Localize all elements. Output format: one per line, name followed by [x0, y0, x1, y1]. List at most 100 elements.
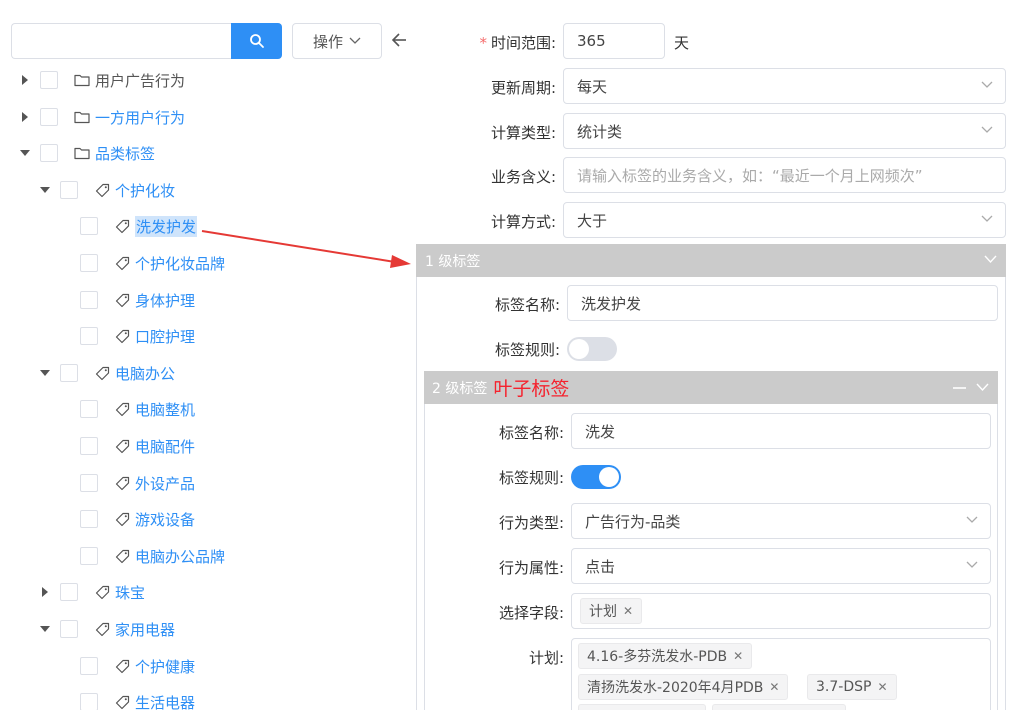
- level1-tag-rule-switch[interactable]: [567, 337, 617, 361]
- close-icon[interactable]: ✕: [877, 680, 887, 694]
- tree-checkbox[interactable]: [80, 547, 98, 565]
- minus-icon[interactable]: [953, 387, 966, 389]
- tree-node[interactable]: 一方用户行为: [20, 105, 185, 129]
- tree-checkbox[interactable]: [80, 254, 98, 272]
- behavior-attr-select[interactable]: 点击: [571, 548, 991, 584]
- tree-node[interactable]: 个护化妆: [40, 178, 175, 202]
- caret-right-icon[interactable]: [20, 112, 30, 122]
- close-icon[interactable]: ✕: [623, 604, 633, 618]
- tree-checkbox[interactable]: [40, 108, 58, 126]
- folder-icon: [74, 72, 90, 88]
- tree-node-label: 生活电器: [135, 693, 196, 710]
- level1-tag-name-input[interactable]: 洗发护发: [567, 285, 998, 321]
- tree-node[interactable]: 电脑办公品牌: [60, 544, 225, 568]
- caret-placeholder: [60, 404, 70, 414]
- tree-node-label: 外设产品: [135, 474, 196, 493]
- tree-node[interactable]: 家用电器: [40, 617, 175, 641]
- level2-tag-rule-switch[interactable]: [571, 465, 621, 489]
- tree-checkbox[interactable]: [80, 217, 98, 235]
- tree-node[interactable]: 个护健康: [60, 654, 195, 678]
- tag-icon: [94, 584, 110, 600]
- tag-icon: [114, 255, 130, 271]
- tag-icon: [114, 658, 130, 674]
- update-cycle-select[interactable]: 每天: [563, 68, 1006, 104]
- tree-checkbox[interactable]: [80, 693, 98, 710]
- operate-dropdown-button[interactable]: 操作: [292, 23, 382, 59]
- tree-checkbox[interactable]: [80, 291, 98, 309]
- chevron-down-icon: [349, 37, 361, 44]
- caret-right-icon[interactable]: [40, 587, 50, 597]
- search-input[interactable]: [11, 23, 231, 59]
- tag-icon: [114, 292, 130, 308]
- level1-panel-header[interactable]: 1 级标签: [416, 244, 1006, 277]
- caret-down-icon[interactable]: [20, 148, 30, 158]
- tree-node-label: 一方用户行为: [95, 108, 186, 127]
- field-select-label: 选择字段:: [498, 604, 564, 622]
- tree-checkbox[interactable]: [80, 510, 98, 528]
- behavior-type-select[interactable]: 广告行为-品类: [571, 503, 991, 539]
- caret-down-icon[interactable]: [40, 185, 50, 195]
- close-icon[interactable]: ✕: [733, 649, 743, 663]
- level2-tag-name-input[interactable]: 洗发: [571, 413, 991, 449]
- plan-tag: 4.16-多芬洗发水-PDB ✕: [578, 643, 753, 669]
- caret-down-icon[interactable]: [40, 368, 50, 378]
- tree-node-label: 珠宝: [115, 583, 146, 602]
- tree-node[interactable]: 品类标签: [20, 141, 155, 165]
- tree-node[interactable]: 电脑办公: [40, 361, 175, 385]
- tree-checkbox[interactable]: [60, 364, 78, 382]
- caret-placeholder: [60, 221, 70, 231]
- tree-node[interactable]: 珠宝: [40, 580, 145, 604]
- tree-checkbox[interactable]: [60, 181, 78, 199]
- tree-checkbox[interactable]: [80, 474, 98, 492]
- tree-checkbox[interactable]: [80, 400, 98, 418]
- close-icon[interactable]: ✕: [769, 680, 779, 694]
- behavior-type-label: 行为类型:: [498, 514, 564, 532]
- caret-placeholder: [60, 551, 70, 561]
- level2-panel-header[interactable]: 2 级标签 叶子标签: [424, 371, 998, 404]
- time-range-input[interactable]: 365: [563, 23, 665, 59]
- time-range-unit: 天: [674, 34, 690, 52]
- tree-checkbox[interactable]: [80, 437, 98, 455]
- tree-node-label: 游戏设备: [135, 510, 196, 529]
- tree-checkbox[interactable]: [80, 657, 98, 675]
- caret-placeholder: [60, 258, 70, 268]
- back-button[interactable]: [388, 28, 410, 52]
- caret-placeholder: [60, 441, 70, 451]
- tree-node[interactable]: 个护化妆品牌: [60, 251, 225, 275]
- calc-method-select[interactable]: 大于: [563, 202, 1006, 238]
- tree-node-label: 家用电器: [115, 620, 176, 639]
- tree-node[interactable]: 游戏设备: [60, 507, 195, 531]
- tag-icon: [114, 511, 130, 527]
- tree-node-label: 电脑办公品牌: [135, 547, 226, 566]
- chevron-down-icon[interactable]: [976, 383, 989, 392]
- tag-icon: [114, 548, 130, 564]
- tree-node[interactable]: 洗发护发: [60, 214, 198, 238]
- caret-down-icon[interactable]: [40, 624, 50, 634]
- tree-node-label: 电脑办公: [115, 364, 176, 383]
- tree-node[interactable]: 身体护理: [60, 288, 195, 312]
- tree-checkbox[interactable]: [40, 71, 58, 89]
- tree-node[interactable]: 口腔护理: [60, 324, 195, 348]
- tree-checkbox[interactable]: [60, 583, 78, 601]
- chevron-down-icon[interactable]: [984, 255, 997, 264]
- business-meaning-input[interactable]: 请输入标签的业务含义，如：“最近一个月上网频次”: [563, 157, 1006, 193]
- calc-type-label: 计算类型:: [490, 124, 556, 142]
- chevron-down-icon: [981, 81, 993, 88]
- tree-checkbox[interactable]: [60, 620, 78, 638]
- tree-node-label: 洗发护发: [135, 215, 198, 237]
- plan-tag-partial: [578, 704, 706, 710]
- calc-type-select[interactable]: 统计类: [563, 113, 1006, 149]
- tree-node[interactable]: 外设产品: [60, 471, 195, 495]
- search-button[interactable]: [231, 23, 282, 59]
- behavior-attr-label: 行为属性:: [498, 559, 564, 577]
- tree-checkbox[interactable]: [80, 327, 98, 345]
- tag-icon: [94, 182, 110, 198]
- level2-panel-title: 2 级标签: [432, 380, 488, 397]
- tree-node[interactable]: 生活电器: [60, 690, 195, 710]
- tree-node[interactable]: 用户广告行为: [20, 68, 185, 92]
- tree-checkbox[interactable]: [40, 144, 58, 162]
- tree-node[interactable]: 电脑整机: [60, 397, 195, 421]
- tree-node[interactable]: 电脑配件: [60, 434, 195, 458]
- caret-placeholder: [60, 697, 70, 707]
- caret-right-icon[interactable]: [20, 75, 30, 85]
